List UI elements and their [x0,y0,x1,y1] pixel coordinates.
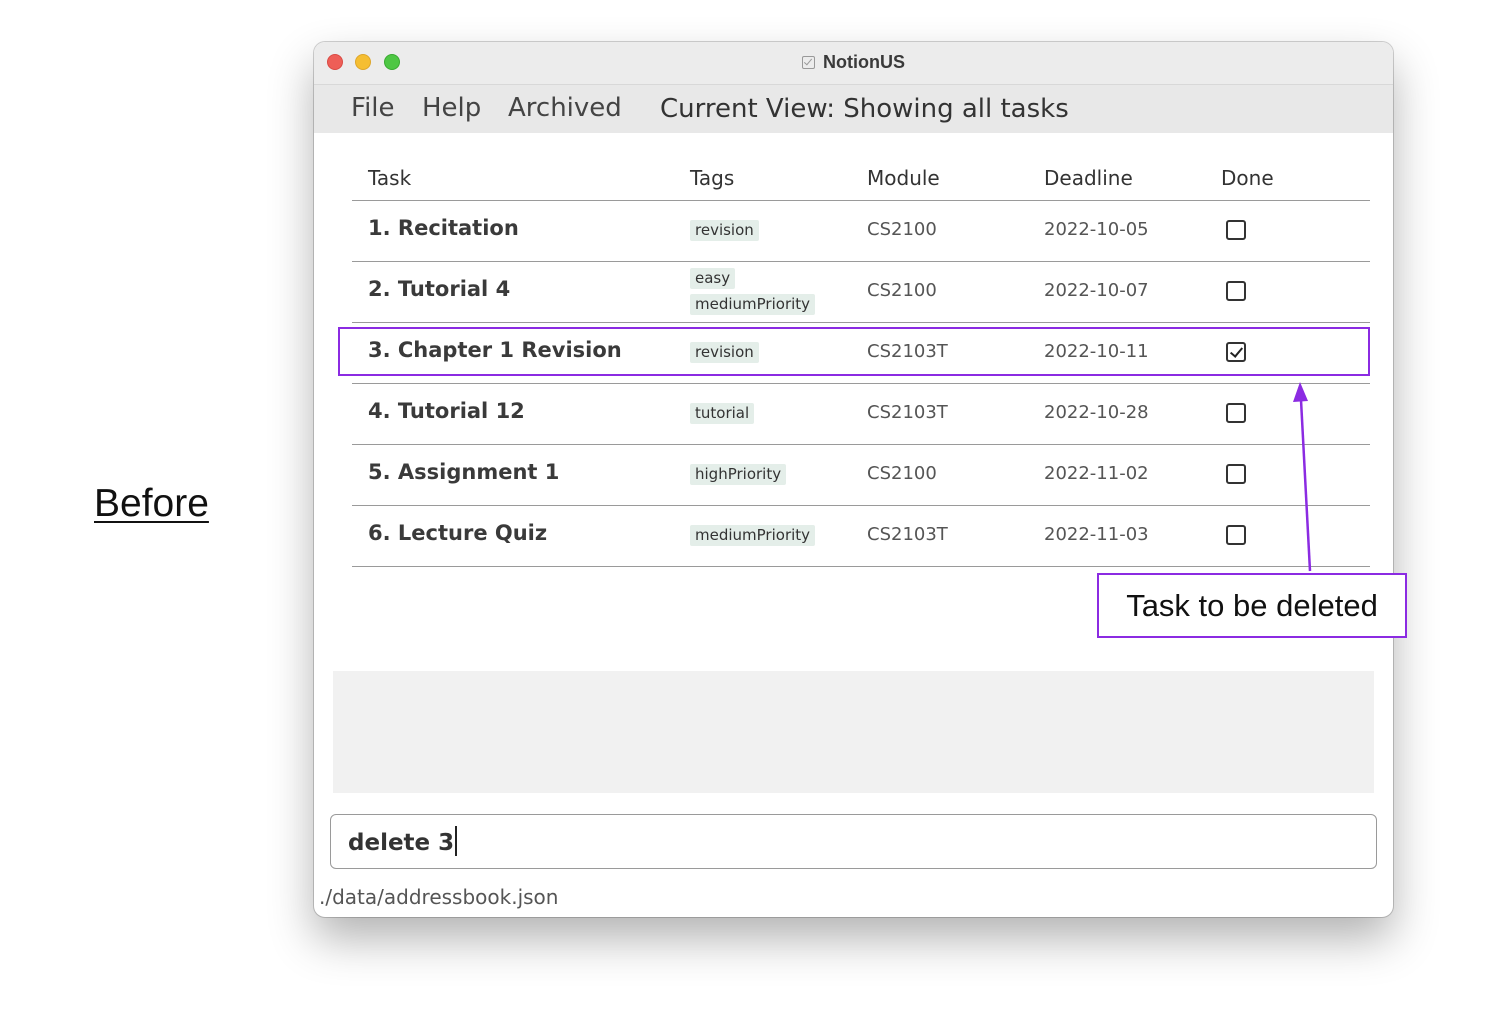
header-done[interactable]: Done [1221,166,1274,190]
menu-bar: File Help Archived Current View: Showing… [314,85,1393,133]
done-checkbox[interactable] [1226,464,1246,484]
tag-list: mediumPriority [690,505,816,566]
table-row[interactable]: 4. Tutorial 12 tutorial CS2103T 2022-10-… [352,383,1370,445]
done-checkbox[interactable] [1226,525,1246,545]
menu-help[interactable]: Help [422,93,481,123]
tag-list: revision [690,322,759,383]
command-text: delete 3 [348,826,457,856]
command-value: delete 3 [348,830,455,856]
tag-badge: highPriority [690,464,787,485]
table-row[interactable]: 5. Assignment 1 highPriority CS2100 2022… [352,444,1370,506]
task-table-header: Task Tags Module Deadline Done [352,162,1370,201]
task-module: CS2103T [867,524,948,545]
task-name: 4. Tutorial 12 [368,399,525,423]
title-bar: NotionUS [314,42,1393,85]
app-window: NotionUS File Help Archived Current View… [314,42,1393,917]
tag-badge: mediumPriority [690,525,816,546]
tag-badge: tutorial [690,403,755,424]
task-deadline: 2022-10-05 [1044,219,1149,240]
done-checkbox[interactable] [1226,281,1246,301]
tag-list: easy mediumPriority [690,261,816,322]
task-module: CS2103T [867,402,948,423]
status-bar-path: ./data/addressbook.json [319,885,559,909]
task-name: 3. Chapter 1 Revision [368,338,622,362]
task-deadline: 2022-10-28 [1044,402,1149,423]
task-deadline: 2022-11-02 [1044,463,1149,484]
tag-badge: mediumPriority [690,294,816,315]
task-deadline: 2022-11-03 [1044,524,1149,545]
menu-file[interactable]: File [351,93,395,123]
callout-box: Task to be deleted [1097,573,1407,638]
text-caret [455,826,457,856]
header-deadline[interactable]: Deadline [1044,166,1133,190]
header-module[interactable]: Module [867,166,940,190]
task-module: CS2100 [867,219,937,240]
task-module: CS2100 [867,463,937,484]
window-title: NotionUS [823,52,905,72]
task-name: 5. Assignment 1 [368,460,560,484]
table-row[interactable]: 2. Tutorial 4 easy mediumPriority CS2100… [352,261,1370,323]
header-tags[interactable]: Tags [690,166,734,190]
before-label: Before [94,482,209,525]
task-module: CS2103T [867,341,948,362]
header-task[interactable]: Task [368,166,411,190]
menu-archived[interactable]: Archived [508,93,622,123]
task-name: 6. Lecture Quiz [368,521,548,545]
table-row[interactable]: 3. Chapter 1 Revision revision CS2103T 2… [352,322,1370,384]
table-row[interactable]: 6. Lecture Quiz mediumPriority CS2103T 2… [352,505,1370,567]
window-title-wrap: NotionUS [314,52,1393,73]
tag-list: revision [690,200,759,261]
done-checkbox[interactable] [1226,342,1246,362]
checkbox-icon [802,56,815,69]
done-checkbox[interactable] [1226,403,1246,423]
task-name: 1. Recitation [368,216,519,240]
task-deadline: 2022-10-07 [1044,280,1149,301]
tag-list: tutorial [690,383,755,444]
table-row[interactable]: 1. Recitation revision CS2100 2022-10-05 [352,200,1370,262]
current-view-label: Current View: Showing all tasks [660,94,1069,124]
result-display [333,671,1374,793]
done-checkbox[interactable] [1226,220,1246,240]
task-name: 2. Tutorial 4 [368,277,511,301]
tag-badge: revision [690,220,759,241]
tag-list: highPriority [690,444,787,505]
command-input[interactable]: delete 3 [330,814,1377,869]
task-deadline: 2022-10-11 [1044,341,1149,362]
tag-badge: easy [690,268,736,289]
task-module: CS2100 [867,280,937,301]
tag-badge: revision [690,342,759,363]
